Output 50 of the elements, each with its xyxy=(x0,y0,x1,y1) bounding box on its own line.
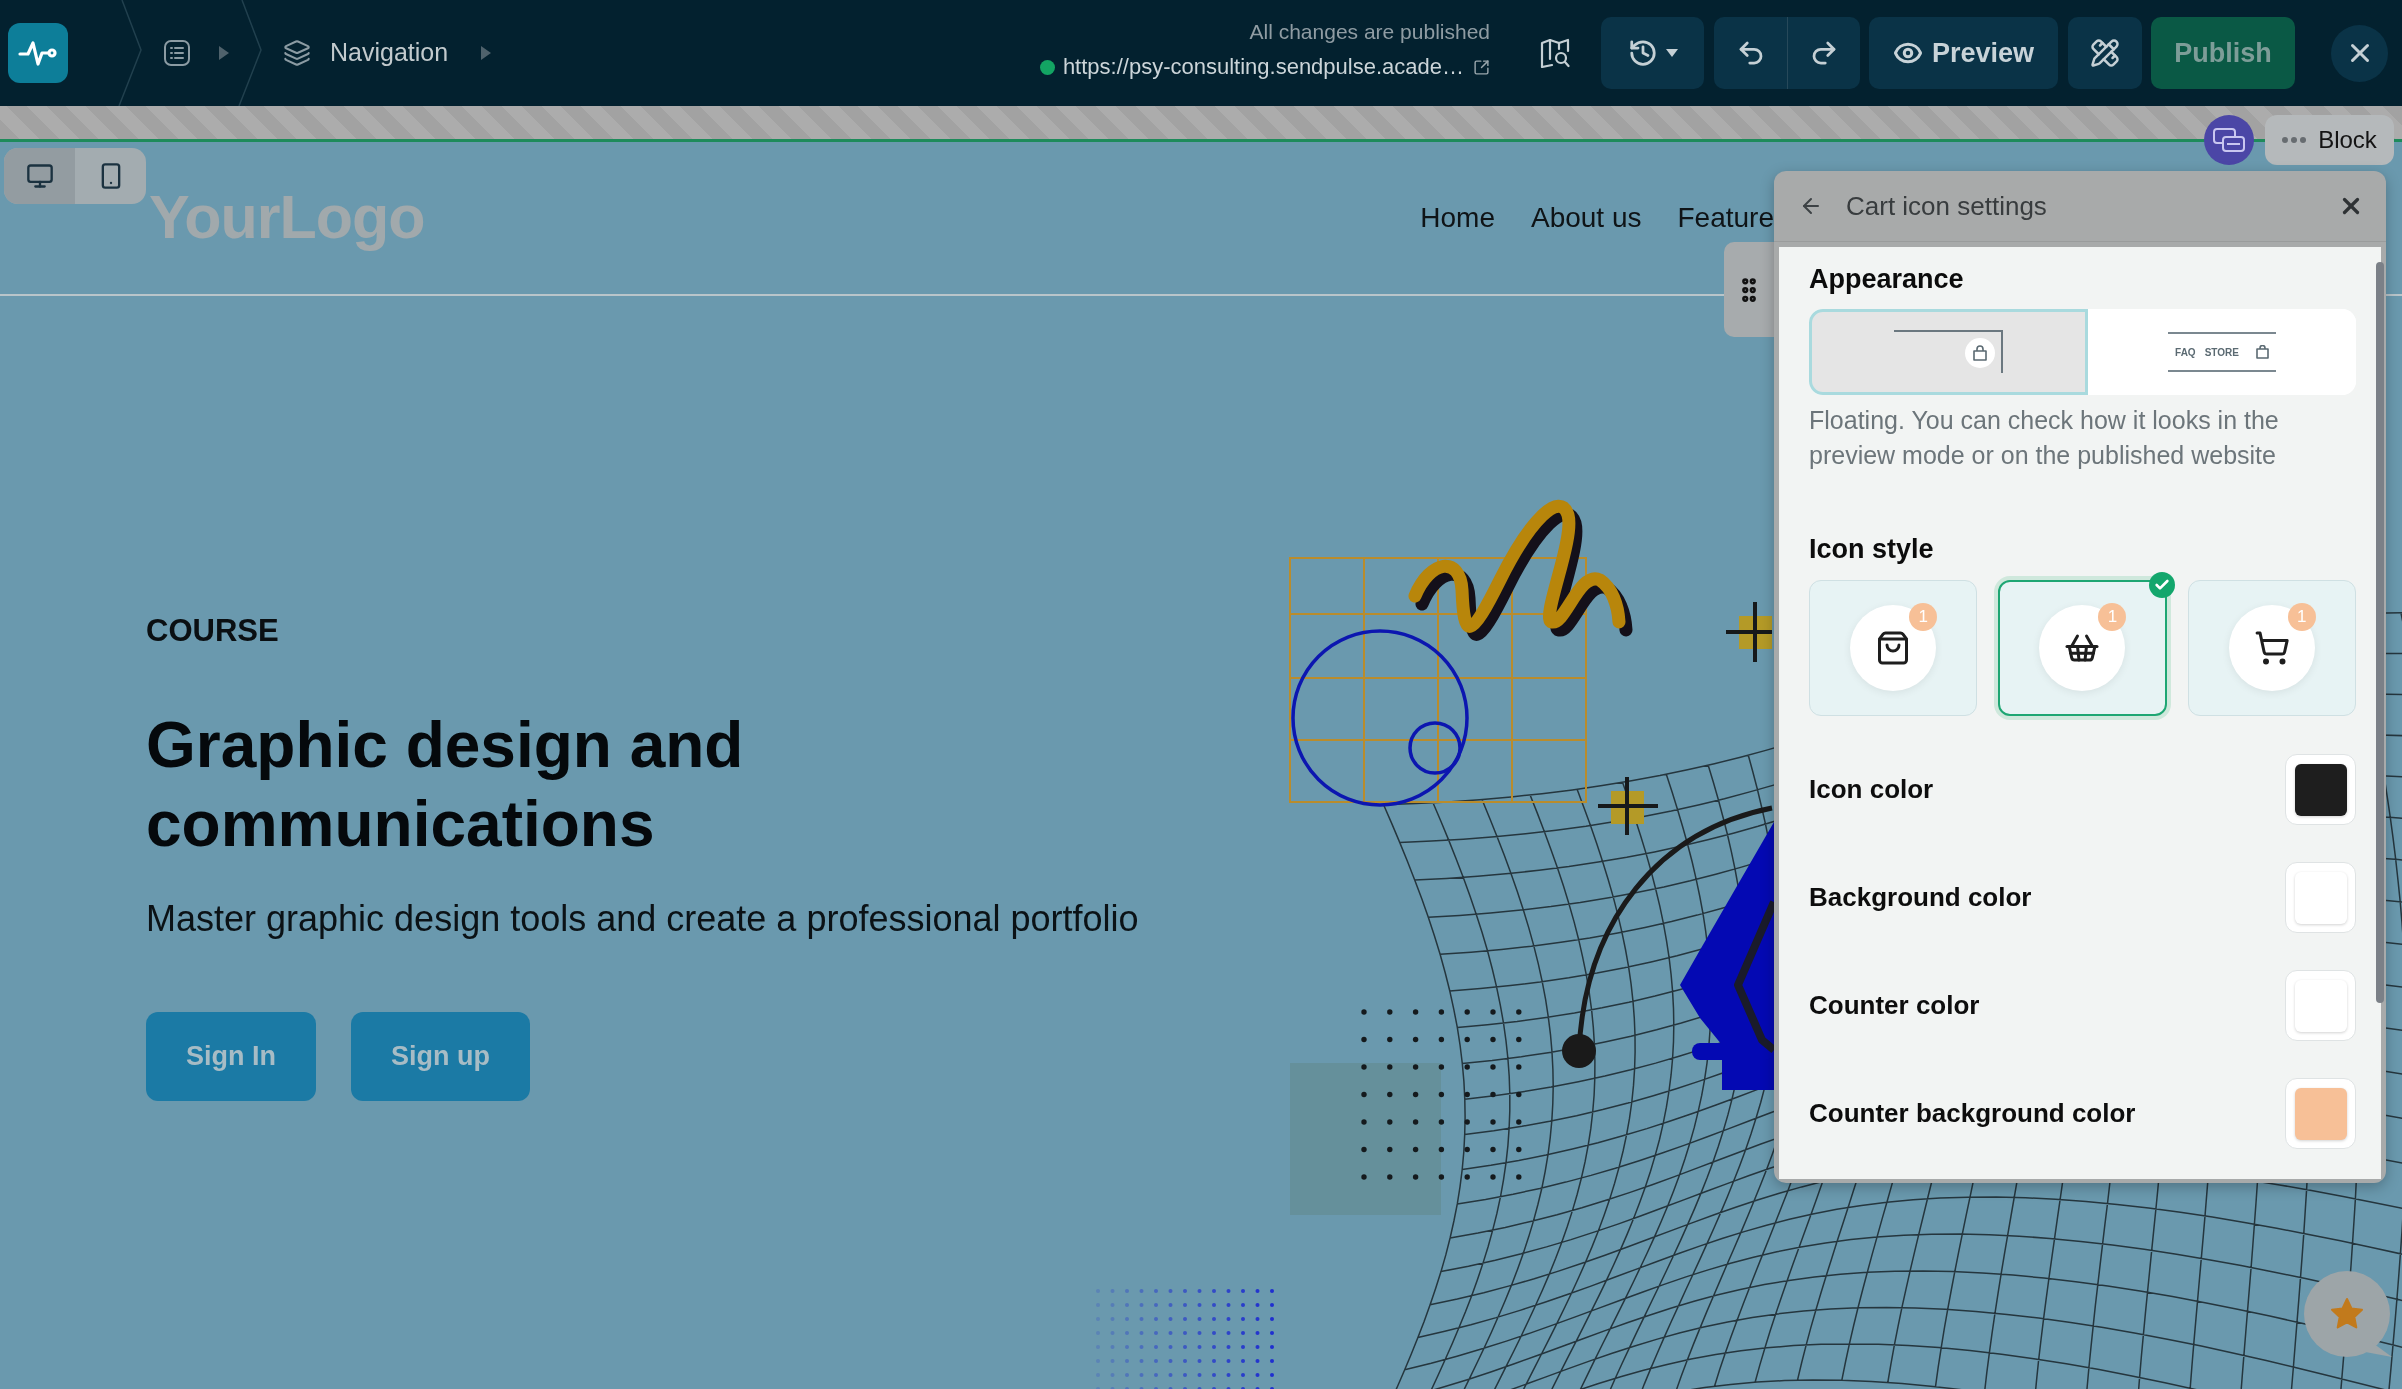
ellipsis-icon xyxy=(2282,137,2307,143)
count-badge: 1 xyxy=(1909,603,1938,631)
color-label: Icon color xyxy=(1809,773,1934,806)
map-search-icon[interactable] xyxy=(1540,38,1570,68)
hero-title: Graphic design and communications xyxy=(146,708,745,862)
pulse-logo-icon[interactable] xyxy=(8,23,68,83)
panel-title: Cart icon settings xyxy=(1846,189,2047,223)
color-picker-button[interactable] xyxy=(2285,754,2356,825)
nav-link[interactable]: Feature xyxy=(1677,197,1774,239)
scrollbar-thumb[interactable] xyxy=(2376,262,2384,1003)
section-heading: Icon style xyxy=(1809,533,1935,565)
section-heading: Appearance xyxy=(1809,263,1965,295)
hero-subtitle: Master graphic design tools and create a professional portfolio xyxy=(146,899,1139,939)
color-label: Background color xyxy=(1809,881,2032,914)
nav-link[interactable]: About us xyxy=(1530,197,1642,239)
pencil-ruler-button[interactable] xyxy=(2068,17,2142,89)
undo-button[interactable] xyxy=(1714,17,1787,89)
count-badge: 1 xyxy=(2287,603,2316,631)
caret-icon xyxy=(481,46,492,60)
history-icon xyxy=(1627,38,1658,68)
color-picker-button[interactable] xyxy=(2285,862,2356,933)
layers-icon xyxy=(283,39,311,67)
desktop-view-button[interactable] xyxy=(4,148,75,204)
pencil-ruler-icon xyxy=(2090,38,2120,68)
block-menu-button[interactable]: Block xyxy=(2265,115,2394,165)
floating-layout-icon xyxy=(1892,329,2005,375)
count-badge: 1 xyxy=(2098,603,2127,631)
list-icon[interactable] xyxy=(164,40,190,66)
caret-down-icon xyxy=(1665,49,1678,57)
publish-status: All changes are published xyxy=(1249,19,1490,45)
redo-button[interactable] xyxy=(1787,17,1860,89)
external-link-icon[interactable] xyxy=(1473,58,1490,76)
course-eyebrow: COURSE xyxy=(146,613,279,649)
plus-mark xyxy=(1724,600,1774,664)
history-button[interactable] xyxy=(1601,17,1704,89)
breadcrumb-item[interactable]: Navigation xyxy=(283,34,449,72)
caret-icon xyxy=(219,46,229,60)
site-url-link[interactable]: https://psy-consulting.sendpulse.acade… xyxy=(1062,52,1464,82)
color-label: Counter background color xyxy=(1809,1097,2136,1130)
color-label: Counter color xyxy=(1809,989,1980,1022)
color-picker-button[interactable] xyxy=(2285,1078,2356,1149)
monitor-icon xyxy=(25,162,54,190)
color-picker-button[interactable] xyxy=(2285,970,2356,1041)
drag-handle[interactable] xyxy=(1724,242,1774,337)
plus-mark xyxy=(1596,775,1660,837)
shopping-bag-icon xyxy=(2255,345,2269,359)
nav-link[interactable]: Home xyxy=(1420,197,1495,239)
check-icon xyxy=(2148,572,2175,598)
preview-button[interactable]: Preview xyxy=(1869,17,2058,89)
appearance-description: Floating. You can check how it looks in the preview mode or on the published website xyxy=(1809,405,2280,471)
